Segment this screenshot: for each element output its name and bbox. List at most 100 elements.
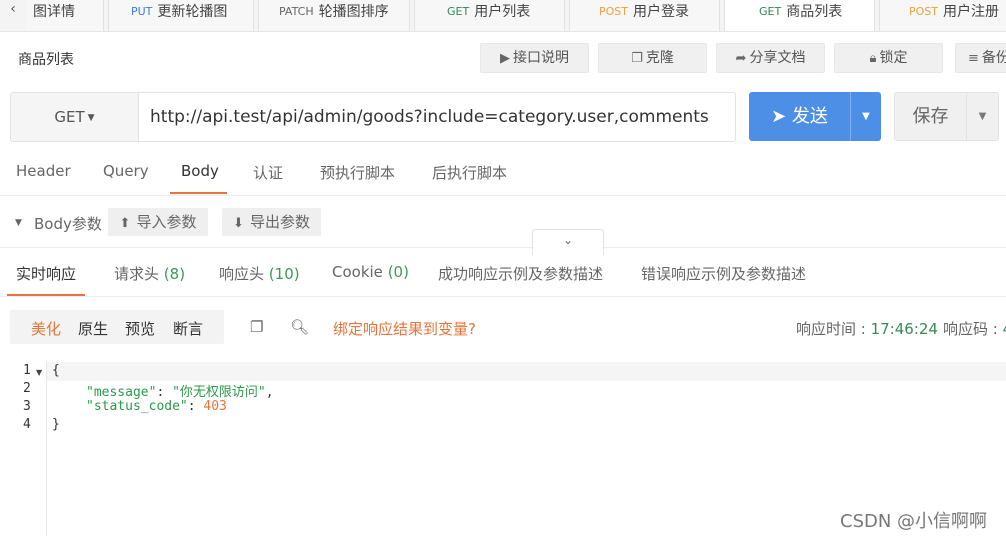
tab-label: 商品列表: [786, 4, 843, 20]
tab-user-login[interactable]: POST 用户登录: [569, 0, 720, 31]
share-icon: ➦: [735, 51, 747, 66]
tab-error-example[interactable]: 错误响应示例及参数描述: [641, 263, 806, 284]
count-badge: (8): [163, 265, 186, 283]
collapse-toggle[interactable]: ⌄: [532, 229, 604, 255]
backup-button[interactable]: ≡备份: [955, 43, 1006, 73]
watermark: CSDN @小信啊啊: [840, 511, 988, 532]
preview-button[interactable]: 预览: [125, 318, 155, 339]
method-value: GET: [54, 108, 85, 126]
line-number: 2: [23, 381, 31, 396]
clone-button[interactable]: ❐ 克隆: [598, 43, 707, 73]
divider: [0, 195, 1006, 196]
tab-query[interactable]: Query: [103, 162, 149, 180]
tab-user-register[interactable]: POST 用户注册: [879, 0, 1006, 31]
backup-label: 备份: [981, 50, 1006, 66]
tab-method: GET: [759, 5, 782, 18]
tab-auth[interactable]: 认证: [253, 162, 283, 183]
tab-method: PUT: [131, 5, 153, 18]
tab-user-list[interactable]: GET 用户列表: [414, 0, 565, 31]
tab-body[interactable]: Body: [181, 162, 219, 180]
code-line-open-brace: {: [52, 363, 60, 378]
database-icon: ≡: [968, 51, 979, 66]
tab-label: 轮播图排序: [318, 4, 389, 20]
response-code-value: 403: [1003, 320, 1006, 338]
caret-down-icon: ▼: [87, 113, 95, 123]
lock-icon: 🔒︎: [869, 51, 877, 66]
tab-label: 更新轮播图: [157, 4, 228, 20]
caret-down-icon: ▼: [978, 111, 987, 122]
tab-success-example[interactable]: 成功响应示例及参数描述: [438, 263, 603, 284]
save-dropdown-button[interactable]: ▼: [966, 92, 999, 141]
tab-detail[interactable]: 图详情: [20, 0, 104, 31]
tab-goods-list[interactable]: GET 商品列表: [724, 0, 875, 31]
tab-response-headers[interactable]: 响应头 (10): [219, 263, 300, 284]
tab-method: PATCH: [279, 5, 314, 18]
clone-label: 克隆: [645, 50, 674, 66]
api-doc-button[interactable]: ▶ 接口说明: [480, 43, 589, 73]
tab-method: POST: [909, 5, 938, 18]
tab-label: 用户登录: [633, 4, 689, 20]
copy-icon: ❐: [631, 51, 643, 66]
tab-carousel-sort[interactable]: PATCH 轮播图排序: [258, 0, 410, 31]
tab-label: 请求头: [114, 265, 160, 283]
line-number: 1: [23, 363, 31, 378]
request-tab-strip: ‹ 图详情 PUT 更新轮播图 PATCH 轮播图排序 GET 用户列表 POST 用户…: [0, 0, 1006, 32]
api-doc-label: 接口说明: [513, 50, 569, 66]
chevron-down-icon: ⌄: [562, 233, 574, 247]
tab-label: 响应头: [219, 265, 265, 283]
json-key: "status_code": [86, 399, 188, 414]
copy-icon[interactable]: ❐: [250, 318, 263, 336]
send-icon: ➤: [771, 106, 787, 127]
export-params-button[interactable]: ⬇︎ 导出参数: [222, 208, 321, 236]
tab-pre-script[interactable]: 预执行脚本: [320, 162, 395, 183]
send-label: 发送: [791, 106, 828, 127]
send-dropdown-button[interactable]: ▼: [850, 92, 881, 141]
send-button[interactable]: ➤ 发送: [749, 92, 850, 141]
assert-button[interactable]: 断言: [173, 318, 203, 339]
caret-down-icon: ▼: [862, 111, 870, 122]
tab-update-carousel[interactable]: PUT 更新轮播图: [108, 0, 254, 31]
tab-label: 用户注册: [943, 4, 999, 20]
response-code-label: 响应码 :: [943, 320, 1003, 338]
body-params-label[interactable]: Body参数: [34, 213, 102, 234]
save-button[interactable]: 保存: [894, 92, 967, 141]
code-line-message: "message": "你无权限访问",: [86, 385, 274, 400]
page-title: 商品列表: [18, 52, 74, 68]
url-input[interactable]: http://api.test/api/admin/goods?include=…: [138, 92, 736, 142]
json-key: "message": [86, 385, 157, 400]
tab-cookie[interactable]: Cookie (0): [332, 263, 409, 281]
divider: [0, 247, 1006, 248]
play-icon: ▶: [500, 51, 510, 66]
tab-header[interactable]: Header: [16, 162, 71, 180]
count-badge: (0): [387, 263, 409, 281]
tab-method: POST: [599, 5, 628, 18]
tab-post-script[interactable]: 后执行脚本: [432, 162, 507, 183]
tab-request-headers[interactable]: 请求头 (8): [114, 263, 185, 284]
fold-caret-icon[interactable]: ▼: [36, 368, 42, 377]
method-select[interactable]: GET ▼: [10, 92, 138, 142]
response-code: 响应码 : 403: [943, 318, 1006, 339]
arrow-down-icon: ⬇︎: [233, 216, 244, 231]
active-line-highlight: [47, 362, 1006, 381]
active-tab-indicator: [170, 192, 227, 194]
search-icon[interactable]: 🔍︎: [290, 318, 309, 336]
bind-response-link[interactable]: 绑定响应结果到变量?: [333, 318, 476, 339]
response-time-label: 响应时间 :: [796, 320, 871, 338]
beautify-button[interactable]: 美化: [31, 318, 61, 339]
share-doc-button[interactable]: ➦ 分享文档: [716, 43, 825, 73]
json-number: 403: [203, 399, 227, 414]
raw-button[interactable]: 原生: [78, 318, 108, 339]
tab-label: 用户列表: [474, 4, 531, 20]
import-label: 导入参数: [136, 213, 197, 231]
response-time-value: 17:46:24: [870, 320, 938, 338]
caret-down-icon[interactable]: ▼: [15, 218, 22, 228]
arrow-up-icon: ⬆︎: [119, 216, 131, 231]
tab-realtime-response[interactable]: 实时响应: [16, 263, 76, 284]
tab-label: 图详情: [33, 4, 75, 20]
lock-button[interactable]: 🔒︎ 锁定: [834, 43, 943, 73]
import-params-button[interactable]: ⬆︎ 导入参数: [108, 208, 208, 236]
chevron-left-icon[interactable]: ‹: [0, 0, 26, 31]
json-string: "你无权限访问": [172, 385, 266, 400]
line-number: 4: [23, 417, 31, 432]
divider: [0, 296, 1006, 297]
